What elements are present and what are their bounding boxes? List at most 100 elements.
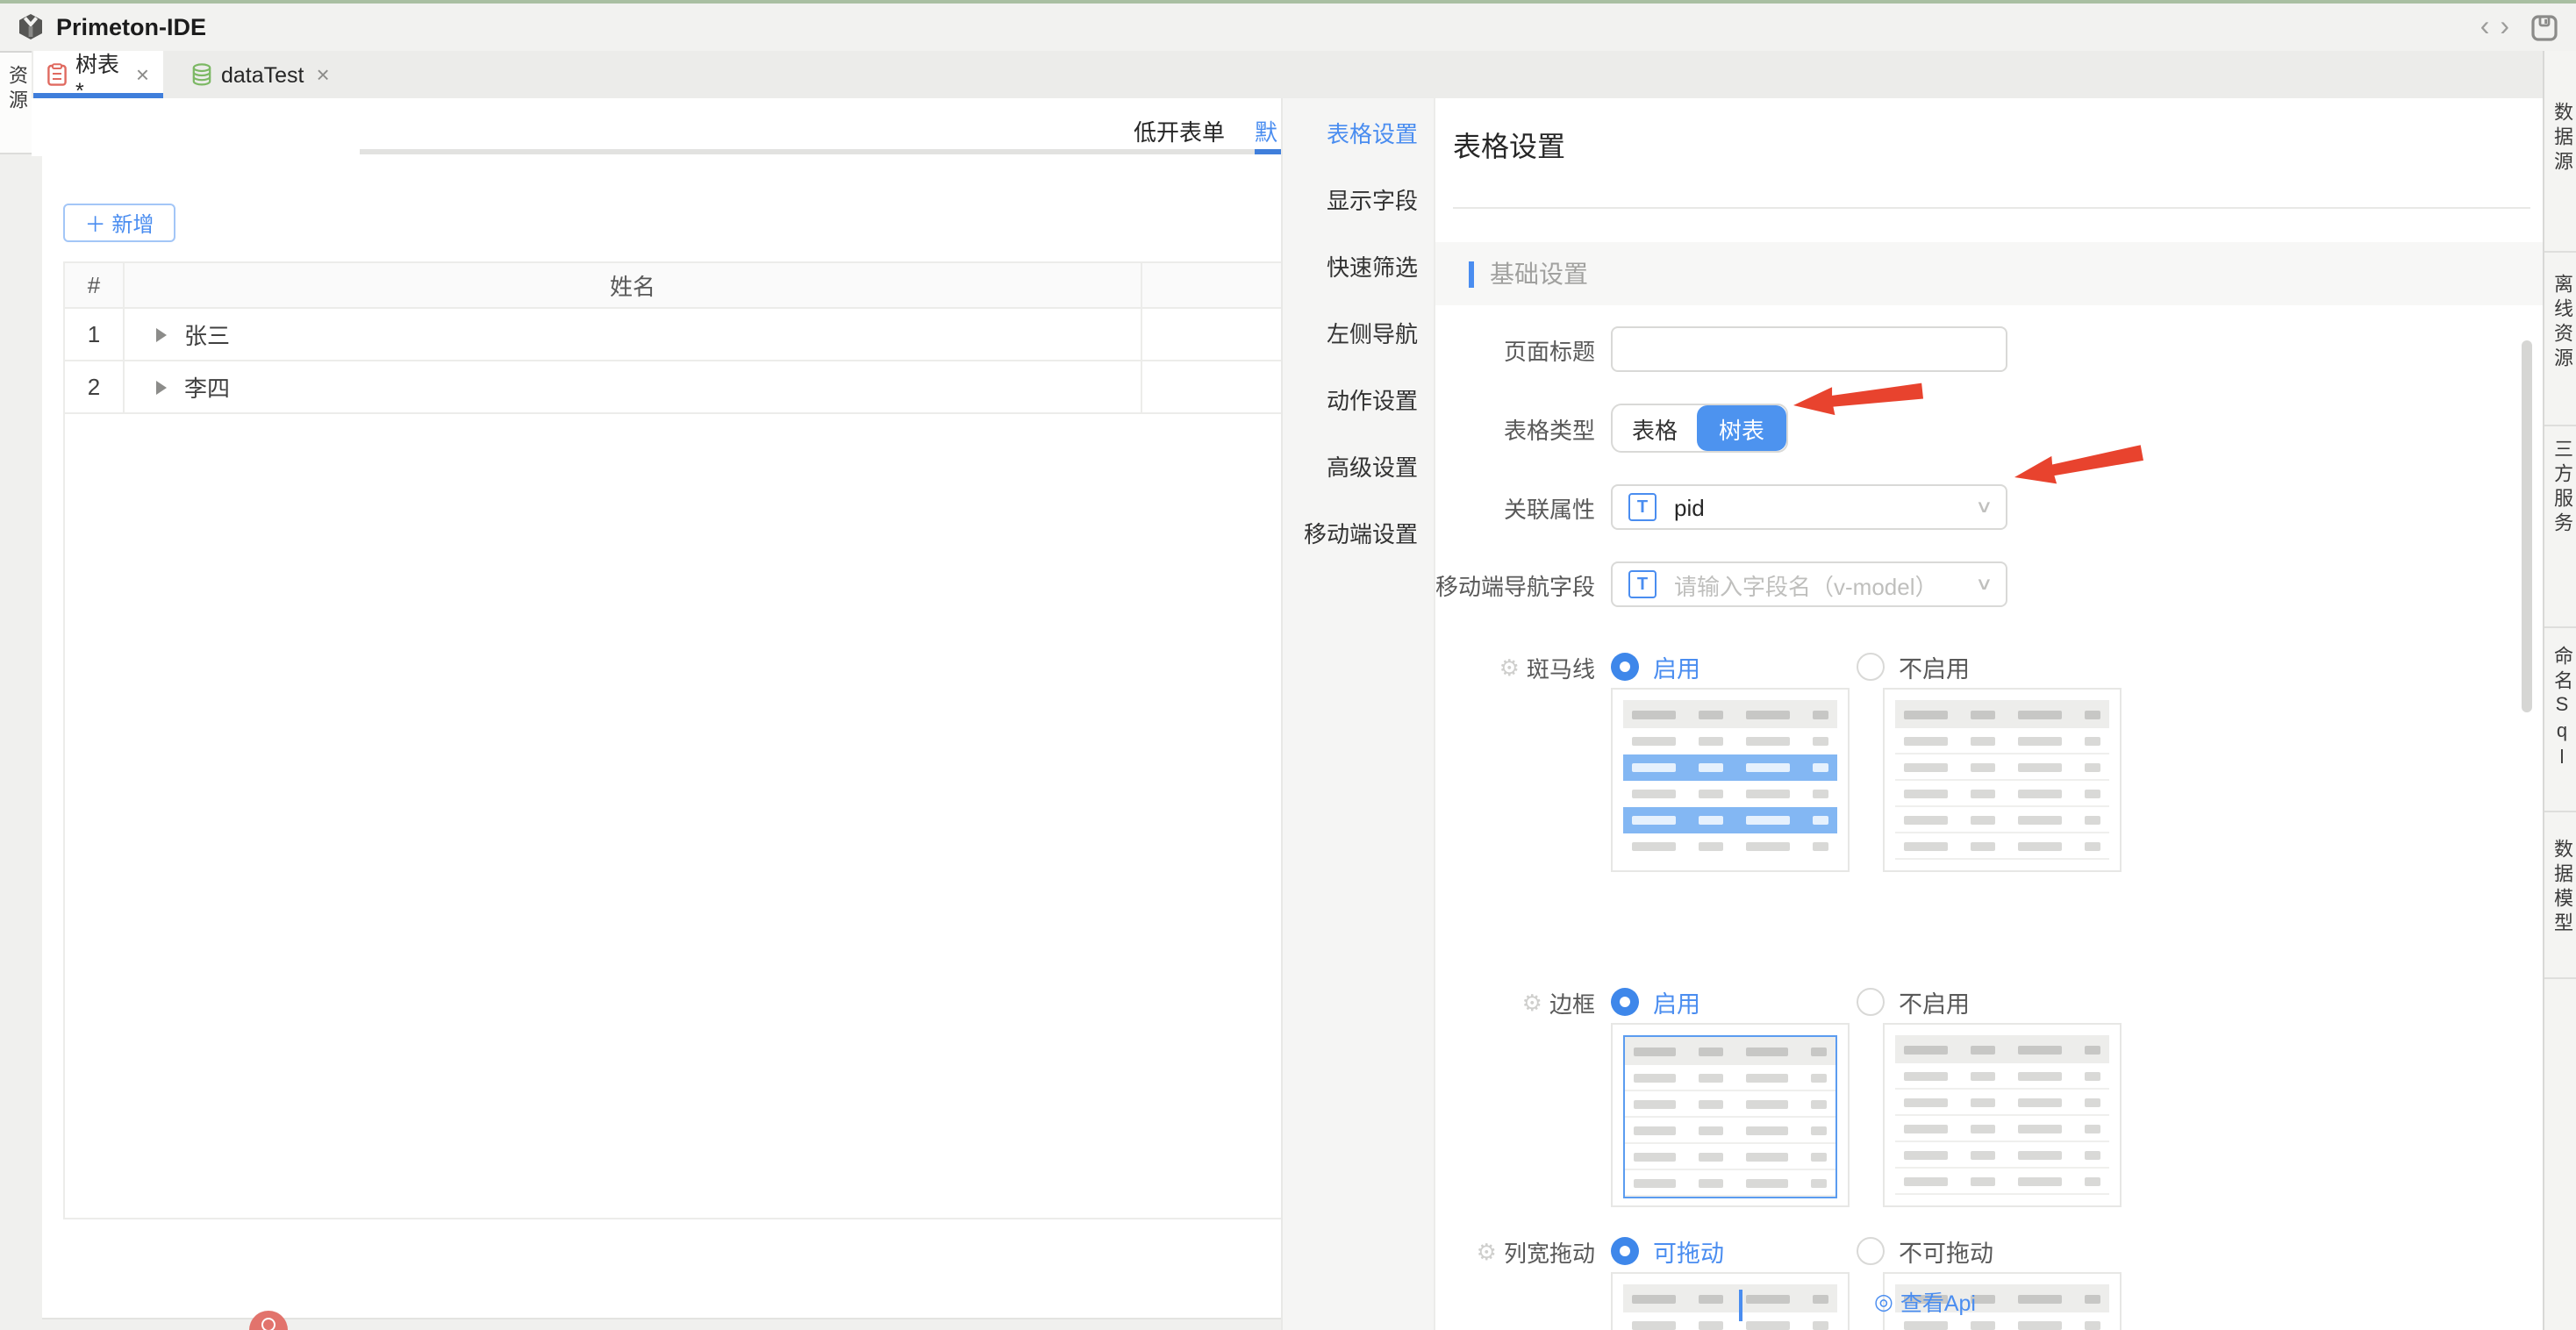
title-bar: Primeton-IDE ‹ ›: [0, 4, 2576, 53]
preview-tree-table: # 姓名 1 张三 2 李四: [63, 261, 1281, 1219]
text-type-icon: T: [1628, 493, 1657, 521]
tree-expand-icon[interactable]: [156, 380, 167, 394]
tab-datatest[interactable]: dataTest ×: [177, 51, 344, 98]
gear-icon: ⚙: [1499, 654, 1520, 682]
border-enabled-preview: [1611, 1023, 1850, 1207]
mobile-nav-select[interactable]: T 请输入字段名（v-model） ∨: [1611, 561, 2007, 607]
save-icon[interactable]: [2530, 13, 2558, 41]
header-stub: [1142, 263, 1281, 307]
field-zebra-label: ⚙ 斑马线: [1435, 651, 1595, 684]
radio-label: 启用: [1653, 984, 1700, 1019]
history-forward-icon[interactable]: ›: [2500, 11, 2509, 43]
header-name: 姓名: [125, 263, 1142, 307]
left-rail: 资源: [0, 53, 33, 1330]
field-label: 页面标题: [1435, 332, 1595, 366]
zebra-off-radio[interactable]: 不启用: [1857, 649, 1970, 684]
gear-icon: ⚙: [1522, 989, 1542, 1017]
row-index: 2: [65, 361, 125, 412]
tab-default-active[interactable]: 默: [1255, 114, 1281, 147]
row-name-cell: 李四: [125, 361, 1142, 412]
tab-tree-table[interactable]: 树表* ×: [33, 51, 163, 98]
field-label: 表格类型: [1435, 411, 1595, 445]
zebra-enabled-preview: [1611, 688, 1850, 872]
radio-unselected-icon: [1857, 988, 1885, 1016]
eye-icon: ◎: [1874, 1288, 1893, 1314]
rail-item-named-sql[interactable]: 命名Sql: [2544, 628, 2576, 812]
tree-expand-icon[interactable]: [156, 327, 167, 341]
field-relation-prop: 关联属性 T pid ∨: [1435, 484, 2544, 530]
view-api-link[interactable]: ◎ 查看Api: [1874, 1284, 1976, 1318]
subtab-active-indicator: [1255, 149, 1281, 154]
left-rail-resources[interactable]: 资源: [0, 53, 32, 154]
option-tree-table[interactable]: 树表: [1697, 405, 1786, 451]
radio-label: 不启用: [1899, 649, 1970, 684]
page-title-input[interactable]: [1611, 326, 2007, 372]
tab-lowcode-form[interactable]: 低开表单: [1134, 114, 1225, 147]
menu-action-settings[interactable]: 动作设置: [1283, 365, 1435, 432]
field-label: 关联属性: [1435, 490, 1595, 524]
field-border-label: ⚙ 边框: [1435, 986, 1595, 1019]
radio-selected-icon: [1611, 988, 1639, 1016]
form-document-icon: [47, 63, 67, 86]
menu-left-nav[interactable]: 左侧导航: [1283, 298, 1435, 365]
menu-table-settings[interactable]: 表格设置: [1283, 98, 1435, 165]
section-basic-settings: 基础设置: [1435, 242, 2544, 305]
settings-menu: 表格设置 显示字段 快速筛选 左侧导航 动作设置 高级设置 移动端设置: [1281, 98, 1435, 1330]
border-off-radio[interactable]: 不启用: [1857, 984, 1970, 1019]
radio-label: 不可拖动: [1899, 1233, 1993, 1269]
divider: [1453, 207, 2530, 209]
radio-selected-icon: [1611, 653, 1639, 681]
border-on-radio[interactable]: 启用: [1611, 984, 1700, 1019]
rail-label: 数据模型: [2551, 839, 2571, 977]
table-header-row: # 姓名: [65, 261, 1281, 309]
zebra-on-radio[interactable]: 启用: [1611, 649, 1700, 684]
chevron-down-icon: ∨: [1974, 497, 1993, 517]
menu-quick-filter[interactable]: 快速筛选: [1283, 232, 1435, 298]
drag-on-radio[interactable]: 可拖动: [1611, 1233, 1724, 1269]
tab-close-icon[interactable]: ×: [317, 63, 330, 86]
drag-off-radio[interactable]: 不可拖动: [1857, 1233, 1993, 1269]
table-row[interactable]: 1 张三: [65, 309, 1281, 361]
panel-scrollbar[interactable]: [2522, 340, 2532, 712]
rail-item-datasource[interactable]: 数据源: [2544, 51, 2576, 253]
row-stub: [1142, 361, 1281, 412]
zebra-disabled-preview: [1883, 688, 2122, 872]
row-name-cell: 张三: [125, 309, 1142, 360]
radio-label: 可拖动: [1653, 1233, 1724, 1269]
menu-mobile-settings[interactable]: 移动端设置: [1283, 498, 1435, 565]
relation-prop-select[interactable]: T pid ∨: [1611, 484, 2007, 530]
tab-label: 树表*: [75, 46, 124, 104]
field-label: 列宽拖动: [1504, 1235, 1595, 1269]
history-back-icon[interactable]: ‹: [2480, 11, 2490, 43]
field-table-type: 表格类型 表格 树表: [1435, 405, 2544, 451]
panel-title: 表格设置: [1453, 123, 1565, 165]
editor-tab-strip: 树表* × dataTest ×: [32, 51, 2543, 98]
row-index: 1: [65, 309, 125, 360]
field-label: 边框: [1549, 986, 1595, 1019]
gear-icon: ⚙: [1477, 1238, 1497, 1266]
rail-item-offline-resources[interactable]: 离线资源: [2544, 253, 2576, 426]
rail-item-thirdparty-services[interactable]: 三方服务: [2544, 426, 2576, 628]
field-label: 移动端导航字段: [1435, 568, 1595, 601]
field-page-title: 页面标题: [1435, 326, 2544, 372]
rail-label: 数据源: [2551, 102, 2571, 251]
tab-label: dataTest: [221, 62, 304, 87]
editor-workarea: 低开表单 默 ＋ 新增 # 姓名 1 张三: [32, 98, 1281, 1330]
rail-item-data-model[interactable]: 数据模型: [2544, 812, 2576, 979]
option-plain-table[interactable]: 表格: [1613, 405, 1697, 451]
menu-advanced-settings[interactable]: 高级设置: [1283, 432, 1435, 498]
drag-enabled-preview: [1611, 1272, 1850, 1330]
table-row[interactable]: 2 李四: [65, 361, 1281, 414]
menu-display-fields[interactable]: 显示字段: [1283, 165, 1435, 232]
rail-label: 命名Sql: [2551, 646, 2571, 811]
table-type-segmented: 表格 树表: [1611, 404, 1788, 453]
database-icon: [191, 63, 212, 86]
border-disabled-preview: [1883, 1023, 2122, 1207]
add-row-button[interactable]: ＋ 新增: [63, 204, 175, 242]
tab-close-icon[interactable]: ×: [136, 63, 149, 86]
radio-unselected-icon: [1857, 653, 1885, 681]
section-accent-bar: [1469, 261, 1474, 287]
radio-unselected-icon: [1857, 1237, 1885, 1265]
field-col-drag-label: ⚙ 列宽拖动: [1435, 1235, 1595, 1269]
relation-prop-value: pid: [1674, 494, 1705, 520]
